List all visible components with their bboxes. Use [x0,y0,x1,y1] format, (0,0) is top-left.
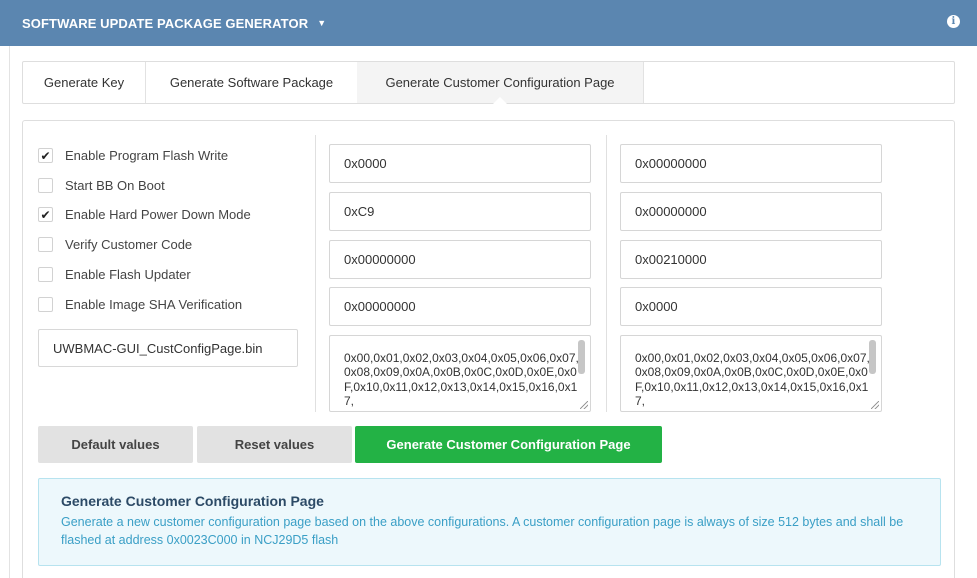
config-textarea[interactable]: 0x00,0x01,0x02,0x03,0x04,0x05,0x06,0x07,… [620,335,882,412]
info-icon[interactable]: i [947,15,960,28]
option-label: Enable Image SHA Verification [65,297,243,312]
app-header: SOFTWARE UPDATE PACKAGE GENERATOR ▼ i [0,0,977,46]
tab-label: Generate Customer Configuration Page [385,75,615,90]
default-values-button[interactable]: Default values [38,426,193,463]
checkbox[interactable] [38,267,53,282]
config-field[interactable]: 0x0000 [329,144,591,183]
checkbox[interactable]: ✔ [38,148,53,163]
option-label: Verify Customer Code [65,237,193,252]
reset-values-button[interactable]: Reset values [197,426,352,463]
textarea-content: 0x00,0x01,0x02,0x03,0x04,0x05,0x06,0x07,… [635,351,870,408]
info-box: Generate Customer Configuration Page Gen… [38,478,941,566]
tab-bar: Generate Key Generate Software Package G… [22,61,955,104]
config-field[interactable]: 0x00000000 [329,240,591,279]
chevron-down-icon[interactable]: ▼ [317,18,326,28]
textarea-content: 0x00,0x01,0x02,0x03,0x04,0x05,0x06,0x07,… [344,351,579,408]
resize-handle-icon[interactable] [580,401,588,409]
scrollbar-thumb[interactable] [578,340,585,374]
option-label: Enable Flash Updater [65,267,191,282]
option-enable-image-sha-verification[interactable]: Enable Image SHA Verification [38,297,242,312]
option-verify-customer-code[interactable]: Verify Customer Code [38,237,192,252]
generate-customer-configuration-page-button[interactable]: Generate Customer Configuration Page [355,426,662,463]
option-enable-program-flash-write[interactable]: ✔ Enable Program Flash Write [38,148,228,163]
tab-generate-customer-configuration-page[interactable]: Generate Customer Configuration Page [357,62,644,103]
config-field[interactable]: 0x00000000 [620,144,882,183]
config-field[interactable]: 0x00210000 [620,240,882,279]
config-field[interactable]: 0x00000000 [329,287,591,326]
tab-label: Generate Software Package [169,75,334,90]
output-filename-field[interactable]: UWBMAC-GUI_CustConfigPage.bin [38,329,298,367]
info-heading: Generate Customer Configuration Page [61,493,324,509]
config-textarea[interactable]: 0x00,0x01,0x02,0x03,0x04,0x05,0x06,0x07,… [329,335,591,412]
tab-generate-key[interactable]: Generate Key [23,62,146,103]
config-field[interactable]: 0x00000000 [620,192,882,231]
resize-handle-icon[interactable] [871,401,879,409]
option-enable-hard-power-down-mode[interactable]: ✔ Enable Hard Power Down Mode [38,207,251,222]
tab-generate-software-package[interactable]: Generate Software Package [146,62,357,103]
checkbox[interactable] [38,237,53,252]
column-divider [315,135,316,412]
option-start-bb-on-boot[interactable]: Start BB On Boot [38,178,165,193]
left-divider [9,46,10,578]
column-divider [606,135,607,412]
option-enable-flash-updater[interactable]: Enable Flash Updater [38,267,191,282]
scrollbar-thumb[interactable] [869,340,876,374]
config-field[interactable]: 0xC9 [329,192,591,231]
option-label: Start BB On Boot [65,178,165,193]
checkbox[interactable] [38,178,53,193]
checkbox[interactable]: ✔ [38,207,53,222]
option-label: Enable Program Flash Write [65,148,229,163]
info-description: Generate a new customer configuration pa… [61,515,904,547]
tab-label: Generate Key [43,75,125,90]
checkbox[interactable] [38,297,53,312]
check-icon: ✔ [40,148,51,163]
app-title[interactable]: SOFTWARE UPDATE PACKAGE GENERATOR [22,16,308,31]
check-icon: ✔ [40,207,51,222]
option-label: Enable Hard Power Down Mode [65,207,251,222]
config-field[interactable]: 0x0000 [620,287,882,326]
